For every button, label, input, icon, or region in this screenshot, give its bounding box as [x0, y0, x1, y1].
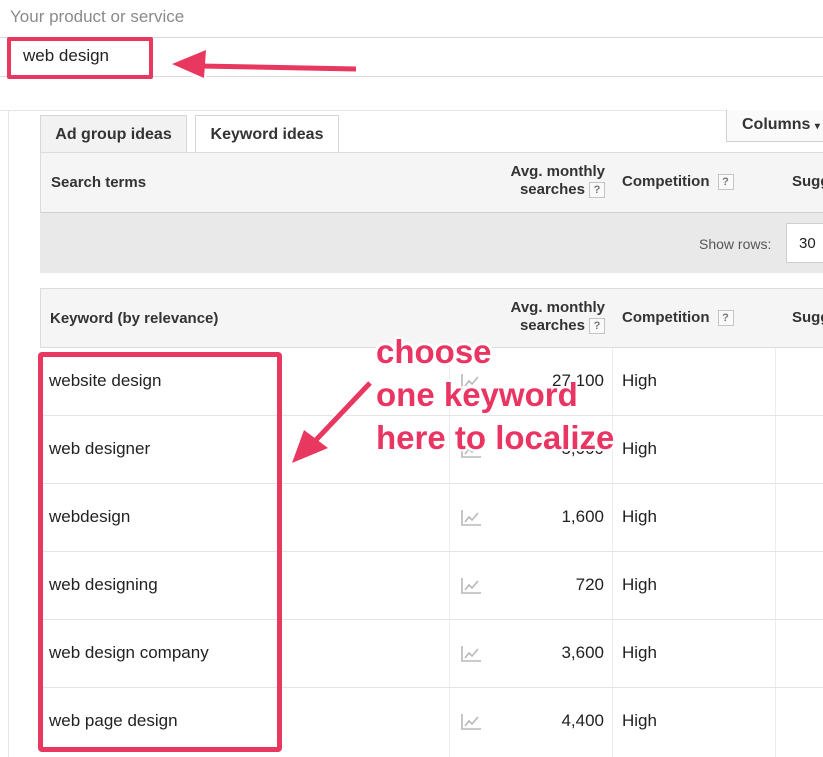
competition-label: Competition	[622, 173, 710, 190]
trend-chart-icon[interactable]	[460, 509, 482, 527]
columns-button-label: Columns	[742, 116, 811, 133]
avg-line1: Avg. monthly	[510, 163, 605, 180]
trend-chart-icon[interactable]	[460, 577, 482, 595]
search-terms-avg-header[interactable]: Avg. monthly searches?	[490, 163, 605, 199]
trend-chart-icon[interactable]	[460, 713, 482, 731]
columns-button[interactable]: Columns ▾	[726, 110, 823, 142]
keyword-competition-header[interactable]: Competition?	[622, 309, 734, 327]
keyword-col-header[interactable]: Keyword (by relevance)	[50, 310, 218, 327]
search-terms-col-header[interactable]: Search terms	[51, 174, 146, 191]
product-label: Your product or service	[10, 7, 185, 26]
panel-top-border	[0, 110, 823, 111]
competition-cell: High	[622, 711, 657, 730]
searches-cell: 720	[575, 575, 604, 594]
tab-keyword-ideas[interactable]: Keyword ideas	[195, 115, 339, 154]
searches-cell: 4,400	[561, 711, 604, 730]
searches-cell: 1,600	[561, 507, 604, 526]
competition-label: Competition	[622, 309, 710, 326]
show-rows-label: Show rows:	[699, 236, 772, 252]
tab-ad-group-ideas[interactable]: Ad group ideas	[40, 115, 187, 153]
trend-chart-icon[interactable]	[460, 645, 482, 663]
show-rows-select[interactable]: 30	[786, 223, 823, 263]
keyword-highlight-box	[38, 352, 282, 752]
search-terms-suggested-header[interactable]: Sugg	[792, 173, 823, 190]
help-icon[interactable]: ?	[717, 174, 734, 191]
help-icon[interactable]: ?	[717, 310, 734, 327]
competition-cell: High	[622, 439, 657, 458]
search-terms-competition-header[interactable]: Competition?	[622, 173, 734, 191]
caret-down-icon: ▾	[814, 121, 820, 132]
searches-cell: 3,600	[561, 643, 604, 662]
avg-line1: Avg. monthly	[510, 299, 605, 316]
column-divider	[775, 348, 776, 757]
competition-cell: High	[622, 371, 657, 390]
input-highlight-box	[7, 37, 153, 79]
help-icon[interactable]: ?	[589, 182, 605, 199]
competition-cell: High	[622, 575, 657, 594]
competition-cell: High	[622, 507, 657, 526]
annotation-text: choose one keyword here to localize	[376, 333, 615, 456]
keyword-arrow-annotation	[289, 379, 374, 467]
input-arrow-annotation	[167, 44, 357, 84]
panel-left-border	[8, 110, 9, 757]
competition-cell: High	[622, 643, 657, 662]
keyword-suggested-header[interactable]: Sugg	[792, 309, 823, 326]
avg-line2: searches	[519, 181, 585, 198]
